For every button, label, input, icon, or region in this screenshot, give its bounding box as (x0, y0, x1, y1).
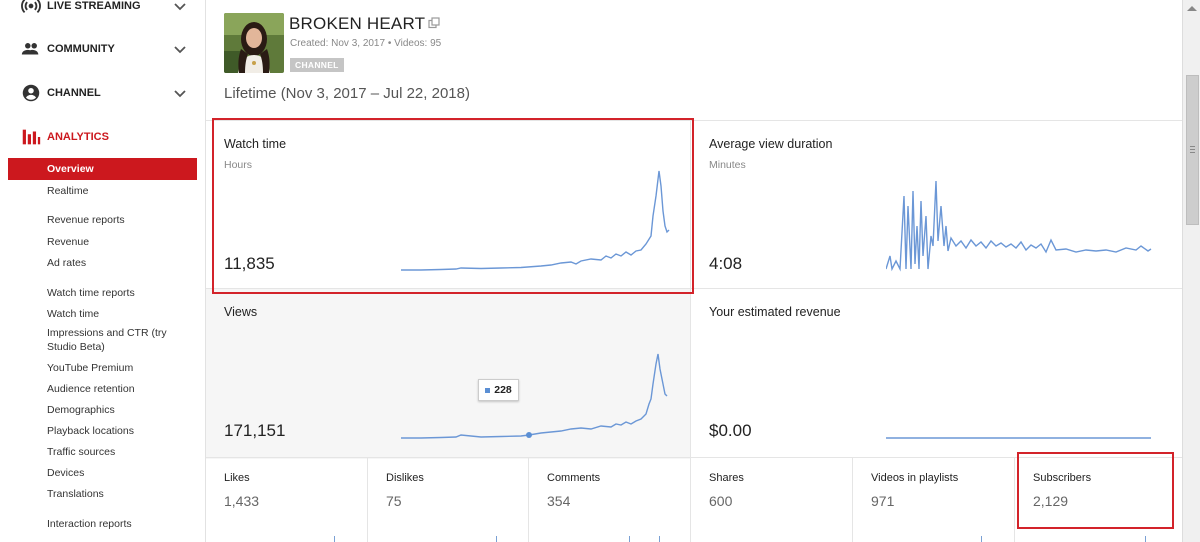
card-value: 171,151 (224, 421, 286, 440)
channel-badge: CHANNEL (290, 58, 344, 72)
metric-title: Dislikes (386, 472, 424, 484)
card-value: 4:08 (709, 254, 743, 273)
sidebar-item-impressions-ctr-line2[interactable]: Studio Beta) (47, 340, 105, 354)
sidebar-item-label: Overview (47, 163, 94, 175)
avg-view-duration-sparkline (886, 180, 1152, 272)
analytics-icon (22, 129, 41, 145)
card-title: Views (224, 305, 258, 319)
scrollbar-thumb[interactable] (1186, 75, 1199, 225)
sidebar-item-audience-retention[interactable]: Audience retention (47, 382, 135, 396)
metric-title: Comments (547, 472, 601, 484)
card-title: Average view duration (709, 137, 833, 151)
sidebar: LIVE STREAMING COMMUNITY CHANNEL ANALYTI… (0, 0, 205, 542)
metric-comments[interactable]: Comments 354 (528, 458, 691, 542)
sidebar-item-overview[interactable]: Overview (8, 158, 197, 180)
sidebar-item-impressions-ctr[interactable]: Impressions and CTR (try (47, 326, 167, 340)
metric-value: 971 (871, 493, 895, 509)
channel-title[interactable]: BROKEN HEART (289, 14, 425, 34)
tooltip-value: 228 (494, 384, 512, 396)
sidebar-item-devices[interactable]: Devices (47, 466, 84, 480)
chart-tooltip: 228 (478, 379, 519, 401)
chevron-down-icon (174, 46, 186, 54)
community-icon (21, 43, 39, 55)
sidebar-item-revenue[interactable]: Revenue (47, 235, 89, 249)
avg-view-duration-card[interactable]: Average view duration Minutes 4:08 (691, 120, 1183, 289)
metric-videos-in-playlists[interactable]: Videos in playlists 971 (852, 458, 1015, 542)
chevron-down-icon (174, 90, 186, 98)
sidebar-section-label: LIVE STREAMING (47, 0, 141, 12)
sidebar-section-community[interactable]: COMMUNITY (8, 34, 198, 64)
metric-dislikes[interactable]: Dislikes 75 (367, 458, 529, 542)
views-sparkline (401, 353, 668, 439)
metric-value: 354 (547, 493, 571, 509)
sidebar-section-label: CHANNEL (47, 87, 101, 99)
date-range-label: Lifetime (Nov 3, 2017 – Jul 22, 2018) (224, 85, 470, 102)
external-link-icon[interactable] (428, 17, 440, 29)
sidebar-section-label: ANALYTICS (47, 131, 109, 143)
channel-avatar[interactable] (224, 13, 284, 73)
sidebar-section-analytics[interactable]: ANALYTICS (8, 122, 198, 152)
sidebar-section-live-streaming[interactable]: LIVE STREAMING (8, 0, 198, 21)
channel-meta: Created: Nov 3, 2017 • Videos: 95 (290, 38, 442, 49)
vertical-scrollbar[interactable] (1182, 0, 1200, 542)
card-value: $0.00 (709, 421, 752, 440)
metric-likes[interactable]: Likes 1,433 (206, 458, 367, 542)
main-content: BROKEN HEART Created: Nov 3, 2017 • Vide… (205, 0, 1183, 542)
metric-shares[interactable]: Shares 600 (690, 458, 853, 542)
sidebar-item-ad-rates[interactable]: Ad rates (47, 256, 86, 270)
sidebar-item-translations[interactable]: Translations (47, 487, 104, 501)
live-streaming-icon (21, 0, 41, 14)
revenue-card[interactable]: Your estimated revenue $0.00 (691, 288, 1183, 459)
sidebar-section-label: COMMUNITY (47, 43, 115, 55)
sidebar-item-watch-time-reports[interactable]: Watch time reports (47, 286, 135, 300)
scroll-up-arrow-icon[interactable] (1187, 6, 1197, 11)
metric-title: Shares (709, 472, 744, 484)
sidebar-item-demographics[interactable]: Demographics (47, 403, 115, 417)
sidebar-item-youtube-premium[interactable]: YouTube Premium (47, 361, 133, 375)
metric-value: 75 (386, 493, 402, 509)
highlight-box-subscribers (1017, 452, 1174, 529)
metric-value: 600 (709, 493, 733, 509)
legend-square-icon (485, 387, 491, 393)
sidebar-item-revenue-reports[interactable]: Revenue reports (47, 213, 125, 227)
sidebar-item-watch-time[interactable]: Watch time (47, 307, 99, 321)
metric-title: Videos in playlists (871, 472, 959, 484)
sidebar-item-realtime[interactable]: Realtime (47, 184, 88, 198)
revenue-sparkline (886, 437, 1151, 439)
metric-value: 1,433 (224, 493, 260, 509)
card-unit: Minutes (709, 159, 746, 171)
sidebar-section-channel[interactable]: CHANNEL (8, 78, 198, 108)
views-card[interactable]: Views 171,151 228 (206, 288, 690, 459)
channel-icon (22, 84, 40, 102)
chevron-down-icon (174, 3, 186, 11)
sidebar-item-playback-locations[interactable]: Playback locations (47, 424, 134, 438)
card-title: Your estimated revenue (709, 305, 841, 319)
metric-title: Likes (224, 472, 250, 484)
sidebar-item-traffic-sources[interactable]: Traffic sources (47, 445, 115, 459)
sidebar-item-interaction-reports[interactable]: Interaction reports (47, 517, 132, 531)
highlight-box-watch-time (212, 118, 694, 294)
